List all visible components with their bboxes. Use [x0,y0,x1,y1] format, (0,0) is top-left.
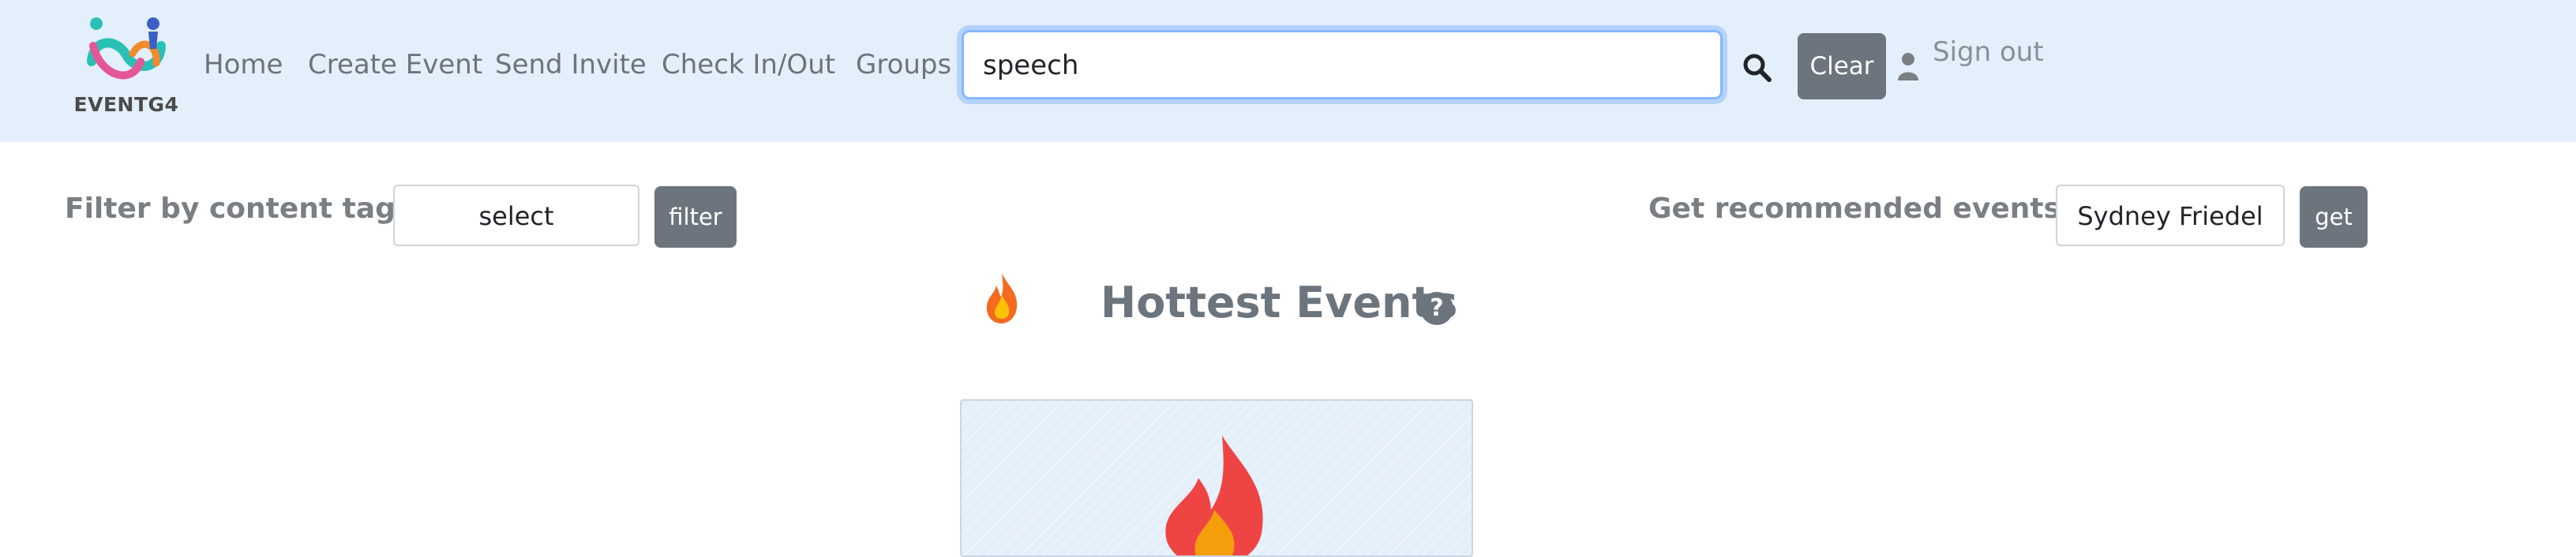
search-icon[interactable] [1742,52,1773,84]
fire-icon [1165,436,1263,555]
recommend-label: Get recommended events: [1648,193,2072,225]
user-icon [1898,53,1918,80]
event-card[interactable] [960,399,1473,557]
content-tag-select[interactable]: select [393,185,639,246]
sign-out-link[interactable]: Sign out [1933,36,2044,68]
nav-groups[interactable]: Groups [856,49,951,80]
search-field[interactable] [962,30,1723,99]
nav-create-event[interactable]: Create Event [308,49,482,80]
nav-send-invite[interactable]: Send Invite [495,49,647,80]
brand-name: EVENTG4 [73,93,179,116]
navbar: EVENTG4 Home Create Event Send Invite Ch… [0,0,2576,142]
logo-icon [87,17,166,80]
filter-label: Filter by content tag: [65,193,407,225]
recommend-user-field[interactable]: Sydney Friedel [2056,185,2285,246]
hottest-events-title: Hottest Events [1101,278,1458,327]
nav-home[interactable]: Home [204,49,283,80]
get-button[interactable]: get [2300,186,2368,248]
brand-logo[interactable]: EVENTG4 [71,14,182,125]
filter-button[interactable]: filter [654,186,737,248]
fire-icon [986,273,1018,323]
nav-check-in-out[interactable]: Check In/Out [662,49,835,80]
clear-button[interactable]: Clear [1798,33,1886,99]
help-icon[interactable]: ? [1420,292,1453,325]
search-input[interactable] [983,47,1693,84]
